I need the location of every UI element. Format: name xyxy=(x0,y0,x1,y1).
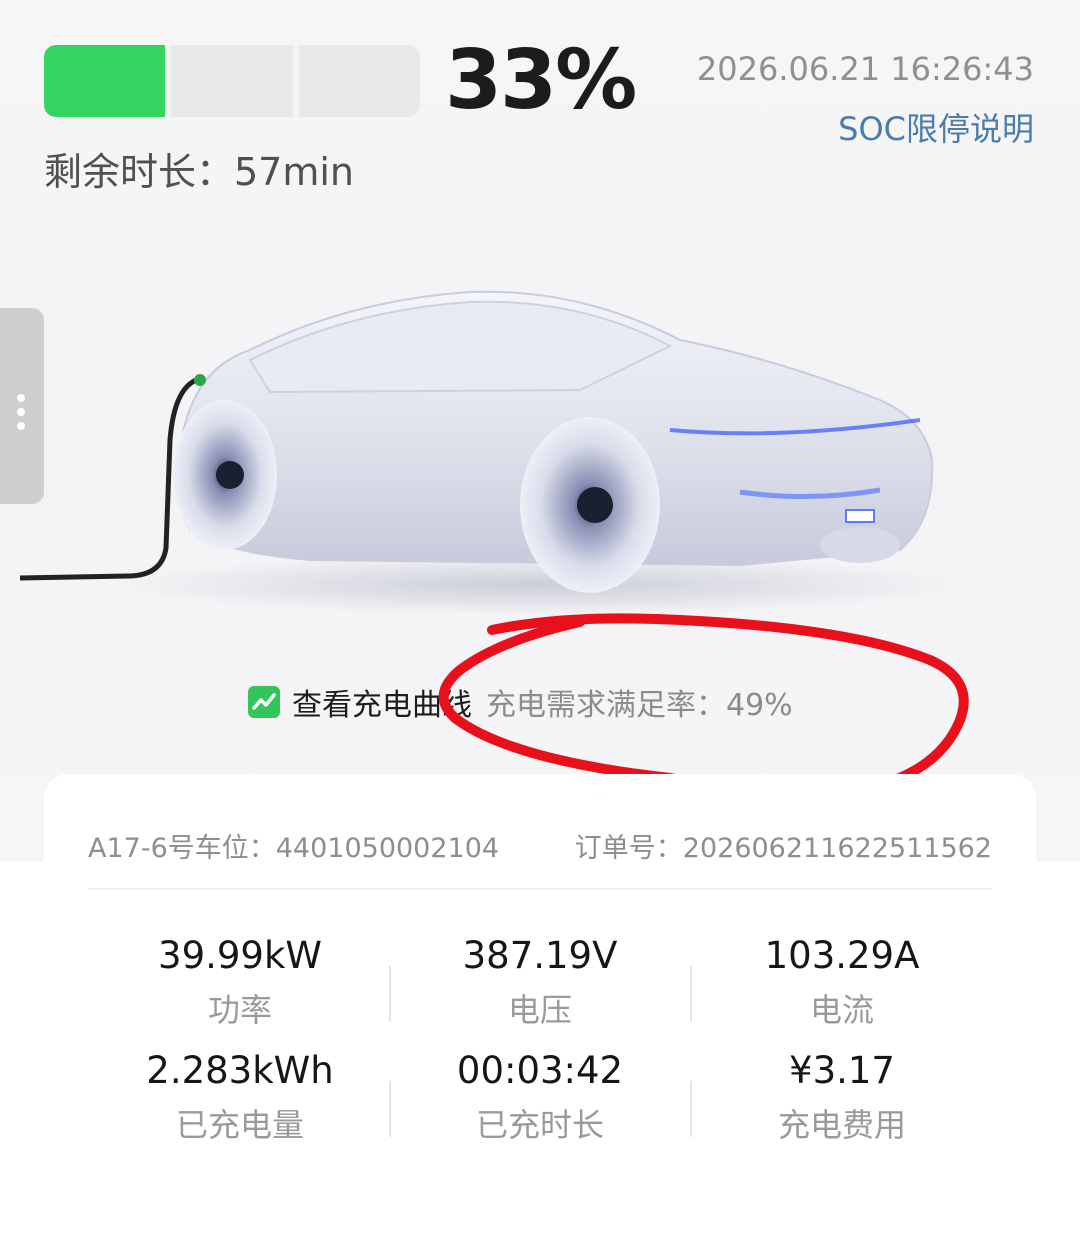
parking-spot: A17-6号车位：4401050002104 xyxy=(88,833,500,864)
order-number: 订单号：20260621162251​1562 xyxy=(574,833,992,864)
timestamp: 2026.06.21 16:26:43 xyxy=(696,50,1034,88)
soc-limit-link[interactable]: SOC限停说明 xyxy=(838,110,1034,148)
charging-hero: 33% 剩余时长：57min 2026.06.21 16:26:43 SOC限停… xyxy=(0,0,1080,862)
stat-label: 功率 xyxy=(207,991,272,1029)
battery-percent: 33% xyxy=(445,33,637,128)
stat-voltage: 387.19V 电压 xyxy=(390,934,690,1030)
stat-value: 2.283kWh xyxy=(146,1049,334,1092)
stat-value: 00:03:42 xyxy=(456,1049,624,1092)
stat-fee: ¥3.17 充电费用 xyxy=(692,1049,992,1145)
stat-value: 39.99kW xyxy=(158,934,322,977)
order-card: A17-6号车位：4401050002104 订单号：2026062116225… xyxy=(44,774,1036,1260)
stat-label: 充电费用 xyxy=(777,1106,906,1144)
battery-bar xyxy=(44,45,420,117)
battery-segment-empty xyxy=(171,45,293,117)
stat-value: ¥3.17 xyxy=(789,1049,895,1092)
stat-label: 电压 xyxy=(507,991,572,1029)
stat-value: 103.29A xyxy=(764,934,920,977)
battery-segment-filled xyxy=(44,45,166,117)
stat-label: 已充电量 xyxy=(175,1106,304,1144)
stat-duration: 00:03:42 已充时长 xyxy=(390,1049,690,1145)
stat-label: 已充时长 xyxy=(475,1106,604,1144)
battery-segment-empty xyxy=(298,45,420,117)
stat-energy-charged: 2.283kWh 已充电量 xyxy=(90,1049,390,1145)
stat-label: 电流 xyxy=(809,991,874,1029)
remaining-time: 剩余时长：57min xyxy=(44,150,355,194)
stat-power: 39.99kW 功率 xyxy=(90,934,390,1030)
divider xyxy=(88,888,992,890)
red-circle-annotation xyxy=(438,613,969,798)
stat-current: 103.29A 电流 xyxy=(692,934,992,1030)
stat-value: 387.19V xyxy=(462,934,618,977)
chart-icon[interactable] xyxy=(248,686,280,718)
car-illustration xyxy=(20,290,960,615)
